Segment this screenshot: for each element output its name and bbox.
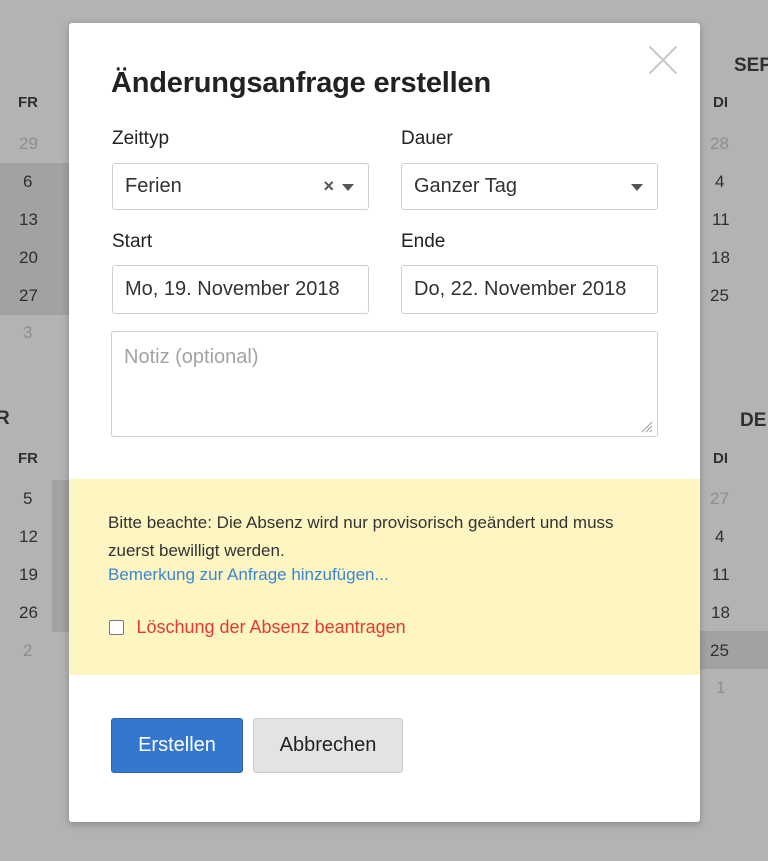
weekday-header: FR: [18, 450, 38, 467]
time-type-value: Ferien: [125, 175, 182, 197]
calendar-day: 29: [19, 134, 38, 153]
calendar-day: 26: [19, 603, 38, 622]
delete-request-row: Löschung der Absenz beantragen: [109, 617, 406, 639]
resize-grip-icon[interactable]: [639, 419, 653, 433]
calendar-week-highlight: [52, 480, 70, 632]
start-date-value: Mo, 19. November 2018: [125, 278, 340, 300]
duration-value: Ganzer Tag: [414, 175, 518, 197]
chevron-down-icon[interactable]: [631, 184, 643, 191]
duration-select[interactable]: Ganzer Tag: [401, 163, 658, 210]
weekday-header: DI: [713, 94, 728, 111]
calendar-day: 27: [19, 286, 38, 305]
calendar-day: 4: [715, 172, 725, 191]
calendar-day: 20: [19, 248, 38, 267]
note-textarea[interactable]: [111, 331, 658, 437]
calendar-day: 25: [710, 286, 729, 305]
calendar-day: 11: [712, 565, 730, 584]
create-button[interactable]: Erstellen: [111, 718, 243, 773]
background-calendar-right: SEP DI 28 4 11 18 25 DE DI 27 4 11 18 25…: [700, 0, 768, 861]
delete-request-checkbox[interactable]: [109, 620, 124, 635]
calendar-day: 18: [711, 248, 730, 267]
weekday-header: FR: [18, 94, 38, 111]
end-date-value: Do, 22. November 2018: [414, 278, 627, 300]
add-remark-link[interactable]: Bemerkung zur Anfrage hinzufügen...: [108, 565, 389, 585]
calendar-day: 28: [710, 134, 729, 153]
start-label: Start: [112, 231, 153, 252]
month-title: DE: [740, 410, 767, 431]
calendar-day: 13: [19, 210, 38, 229]
time-type-select[interactable]: Ferien ×: [112, 163, 369, 210]
month-title: SEP: [734, 55, 768, 76]
calendar-day: 1: [716, 678, 726, 697]
close-icon[interactable]: [648, 45, 678, 75]
end-date-field[interactable]: Do, 22. November 2018: [401, 265, 658, 314]
dialog-title: Änderungsanfrage erstellen: [111, 67, 491, 99]
background-calendar-left: FR 29 6 13 20 27 3 R FR 5 12 19 26 2: [0, 0, 70, 861]
calendar-day: 27: [710, 489, 729, 508]
calendar-day: 25: [710, 641, 729, 660]
cancel-button[interactable]: Abbrechen: [253, 718, 403, 773]
duration-label: Dauer: [401, 128, 453, 149]
month-title: R: [0, 408, 10, 429]
calendar-day: 2: [23, 641, 33, 660]
notice-text: Bitte beachte: Die Absenz wird nur provi…: [108, 513, 614, 560]
calendar-day: 19: [19, 565, 38, 584]
time-type-label: Zeittyp: [112, 128, 170, 149]
calendar-day: 12: [19, 527, 38, 546]
calendar-day: 3: [23, 323, 33, 342]
end-label: Ende: [401, 231, 446, 252]
calendar-day: 5: [23, 489, 33, 508]
change-request-dialog: Änderungsanfrage erstellen Zeittyp Dauer…: [69, 23, 700, 822]
calendar-day: 4: [715, 527, 725, 546]
chevron-down-icon[interactable]: [342, 184, 354, 191]
notice-box: Bitte beachte: Die Absenz wird nur provi…: [69, 479, 700, 675]
calendar-day: 6: [23, 172, 33, 191]
clear-icon[interactable]: ×: [323, 176, 334, 197]
start-date-field[interactable]: Mo, 19. November 2018: [112, 265, 369, 314]
calendar-day: 18: [711, 603, 730, 622]
weekday-header: DI: [713, 450, 728, 467]
delete-request-label[interactable]: Löschung der Absenz beantragen: [136, 617, 405, 638]
calendar-day: 11: [712, 210, 730, 229]
